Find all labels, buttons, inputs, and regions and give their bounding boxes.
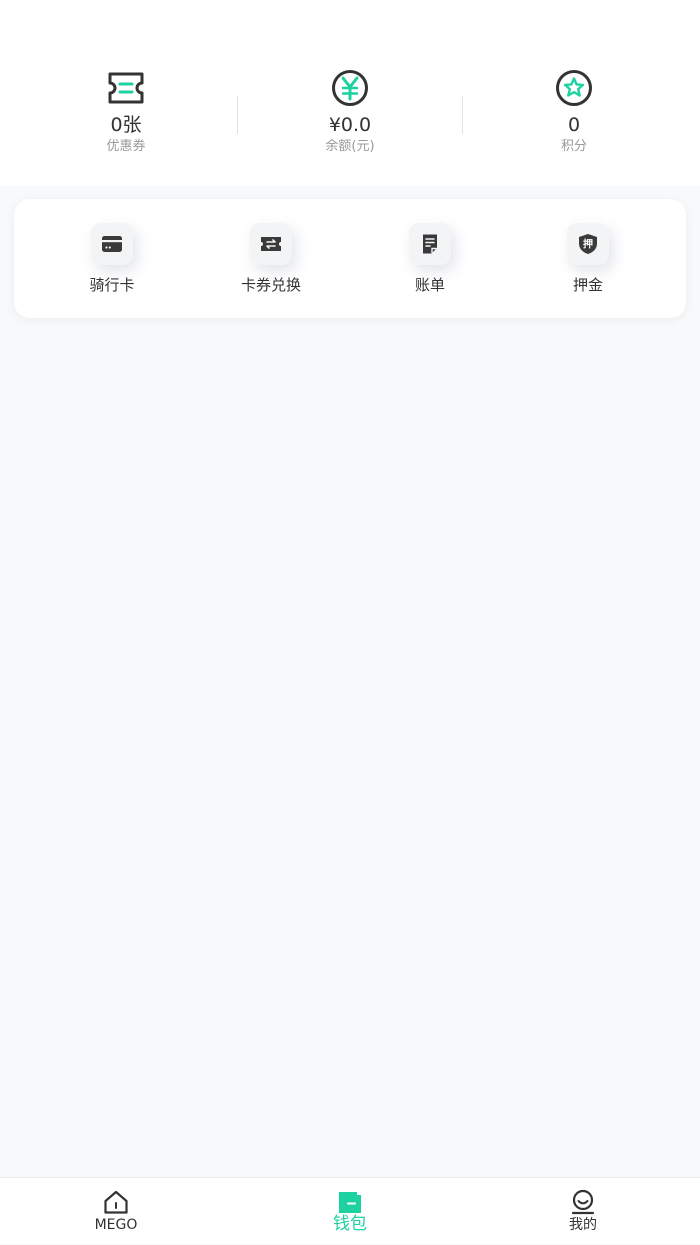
balance-stat[interactable]: ¥0.0 余额(元) bbox=[270, 68, 430, 168]
deposit-shield-icon: 押 bbox=[567, 223, 609, 265]
tab-wallet[interactable]: 钱包 bbox=[280, 1178, 420, 1245]
coupon-icon bbox=[108, 72, 144, 104]
riding-card-button[interactable]: 骑行卡 bbox=[52, 223, 172, 303]
balance-label: 余额(元) bbox=[325, 139, 375, 154]
coupon-stat[interactable]: 0张 优惠券 bbox=[46, 68, 206, 168]
wallet-actions-card: 骑行卡 卡券兑换 账单 押 押金 bbox=[14, 199, 686, 318]
points-stat[interactable]: 0 积分 bbox=[494, 68, 654, 168]
bill-button[interactable]: 账单 bbox=[370, 223, 490, 303]
tab-wallet-label: 钱包 bbox=[333, 1214, 367, 1234]
home-icon bbox=[104, 1190, 128, 1214]
balance-value: ¥0.0 bbox=[328, 114, 372, 136]
bottom-tab-bar: MEGO 钱包 我的 bbox=[0, 1177, 700, 1244]
card-icon bbox=[91, 223, 133, 265]
stats-panel: 0张 优惠券 ¥0.0 余额(元) 0 积分 bbox=[0, 0, 700, 186]
tab-profile[interactable]: 我的 bbox=[513, 1178, 653, 1245]
deposit-glyph: 押 bbox=[583, 238, 593, 251]
points-label: 积分 bbox=[560, 139, 587, 154]
profile-icon bbox=[571, 1189, 595, 1215]
yuan-icon bbox=[332, 70, 368, 106]
bill-icon bbox=[409, 223, 451, 265]
tab-profile-label: 我的 bbox=[569, 1217, 597, 1233]
bill-label: 账单 bbox=[414, 276, 445, 294]
coupon-exchange-label: 卡券兑换 bbox=[240, 276, 301, 294]
points-value: 0 bbox=[567, 114, 581, 136]
divider bbox=[462, 96, 463, 134]
wallet-icon bbox=[339, 1192, 361, 1213]
coupon-label: 优惠券 bbox=[106, 139, 146, 154]
exchange-icon bbox=[250, 223, 292, 265]
deposit-button[interactable]: 押 押金 bbox=[528, 223, 648, 303]
star-icon bbox=[556, 70, 592, 106]
deposit-label: 押金 bbox=[572, 276, 603, 294]
tab-mego[interactable]: MEGO bbox=[46, 1178, 186, 1245]
divider bbox=[237, 96, 238, 134]
coupon-value: 0张 bbox=[110, 114, 142, 136]
riding-card-label: 骑行卡 bbox=[89, 276, 135, 294]
tab-mego-label: MEGO bbox=[94, 1217, 138, 1233]
coupon-exchange-button[interactable]: 卡券兑换 bbox=[211, 223, 331, 303]
